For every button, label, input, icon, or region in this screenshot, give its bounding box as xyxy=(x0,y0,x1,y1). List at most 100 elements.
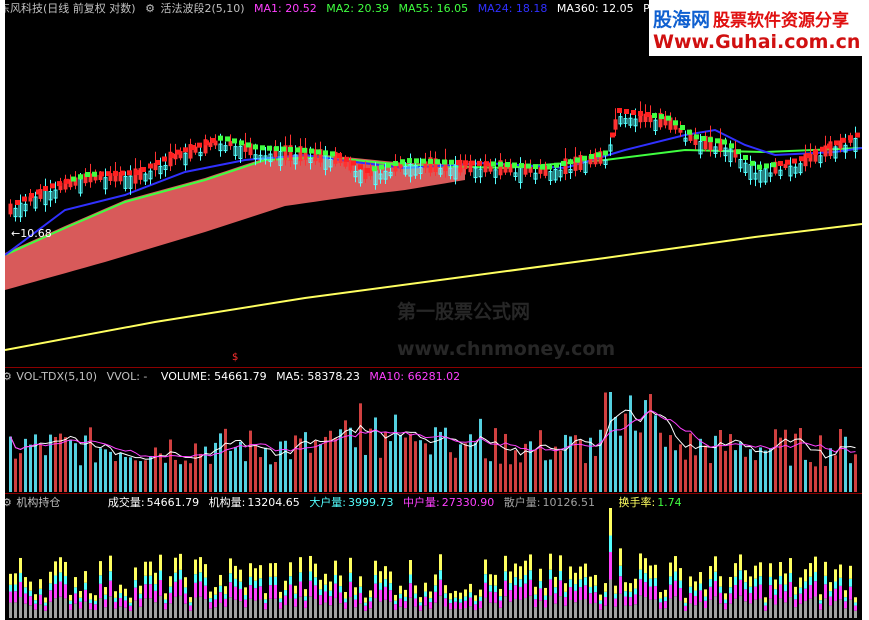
band-marker xyxy=(554,162,559,168)
holding-bar-segment xyxy=(314,577,317,586)
holding-bar-segment xyxy=(754,599,757,618)
volume-bar xyxy=(239,441,242,492)
band-marker xyxy=(428,158,433,164)
volume-panel[interactable]: ⚙ VOL-TDX(5,10) VVOL: - VOLUME: 54661.79… xyxy=(5,368,862,494)
holding-bar-segment xyxy=(774,579,777,590)
holding-bar-segment xyxy=(659,608,662,618)
indicator-name[interactable]: 活法波段2(5,10) xyxy=(160,2,244,15)
volume-chart[interactable] xyxy=(5,368,862,494)
holding-bar-segment xyxy=(69,609,72,618)
holding-bar-segment xyxy=(274,585,277,599)
holding-bar-segment xyxy=(84,601,87,618)
volume-bar xyxy=(419,440,422,492)
volume-bar xyxy=(669,435,672,492)
holding-bar-segment xyxy=(584,563,587,578)
holding-bar-segment xyxy=(34,600,37,604)
holding-bar-segment xyxy=(599,600,602,604)
band-marker xyxy=(176,149,181,155)
holding-bar-segment xyxy=(454,608,457,618)
volume-bar xyxy=(424,443,427,492)
holding-bar-segment xyxy=(284,604,287,618)
holding-bar-segment xyxy=(259,565,262,579)
holding-bar-segment xyxy=(299,557,302,573)
band-marker xyxy=(547,164,552,170)
holding-bar-segment xyxy=(524,597,527,618)
band-marker xyxy=(302,147,307,153)
holding-bar-segment xyxy=(854,597,857,603)
chart-window[interactable]: 东风科技(日线 前复权 对数) ⚙ 活法波段2(5,10) MA1: 20.52… xyxy=(5,0,862,620)
band-marker xyxy=(841,137,846,143)
band-marker xyxy=(190,145,195,150)
holding-bar-segment xyxy=(499,596,502,601)
volume-bar xyxy=(479,418,482,492)
holding-bar-segment xyxy=(609,552,612,580)
huanshou-label: 换手率: xyxy=(618,496,656,509)
holding-bar-segment xyxy=(314,585,317,599)
holding-panel[interactable]: ⚙ 机构持仓 成交量: 54661.79 机构量: 13204.65 大户量: 399… xyxy=(5,494,862,620)
volume-bar xyxy=(269,464,272,492)
holding-bar-segment xyxy=(394,600,397,605)
band-marker xyxy=(141,167,146,172)
holding-bar-segment xyxy=(814,571,817,582)
holding-bar-segment xyxy=(44,602,47,606)
gear-icon[interactable]: ⚙ xyxy=(145,2,155,15)
holding-bar-segment xyxy=(479,608,482,618)
band-marker xyxy=(715,138,720,144)
stock-title[interactable]: 东风科技(日线 前复权 对数) xyxy=(5,2,136,15)
volume-bar xyxy=(234,446,237,492)
holding-bar-segment xyxy=(484,574,487,583)
band-marker xyxy=(533,164,538,170)
holding-bar-segment xyxy=(129,605,132,611)
holding-bar-segment xyxy=(684,602,687,606)
holding-bar-segment xyxy=(59,557,62,573)
holding-bar-segment xyxy=(274,576,277,586)
holding-chart[interactable] xyxy=(5,494,862,620)
holding-bar-segment xyxy=(554,576,557,588)
holding-bar-segment xyxy=(29,596,32,606)
vol-ma10-readout: MA10: 66281.02 xyxy=(369,370,461,383)
volume-bar xyxy=(309,452,312,492)
holding-bar-segment xyxy=(64,598,67,618)
volume-bar xyxy=(194,443,197,492)
holding-bar-segment xyxy=(689,593,692,604)
holding-bar-segment xyxy=(44,597,47,603)
holding-bar-segment xyxy=(34,594,37,601)
holding-bar-segment xyxy=(454,597,457,602)
volume-bar xyxy=(9,436,12,492)
holding-bar-segment xyxy=(404,601,407,609)
band-marker xyxy=(792,158,797,164)
holding-bar-segment xyxy=(674,596,677,618)
holding-bar-segment xyxy=(774,604,777,618)
band-marker xyxy=(78,174,83,180)
sanhu-label: 散户量: xyxy=(503,496,541,509)
site-logo[interactable]: 股海网 股票软件资源分享 Www.Guhai.com.cn xyxy=(649,0,869,56)
band-marker xyxy=(673,120,678,126)
holding-bar-segment xyxy=(39,604,42,618)
holding-bar-segment xyxy=(704,607,707,618)
volume-icon[interactable]: ⚙ xyxy=(5,370,12,383)
holding-bar-segment xyxy=(604,591,607,598)
holding-bar-segment xyxy=(584,585,587,599)
holding-bar-segment xyxy=(814,556,817,572)
holding-icon[interactable]: ⚙ xyxy=(5,496,12,509)
holding-title[interactable]: 机构持仓 xyxy=(16,496,60,509)
holding-bar-segment xyxy=(744,589,747,602)
volume-bar xyxy=(89,427,92,492)
jigou-label: 机构量: xyxy=(208,496,246,509)
holding-bar-segment xyxy=(179,579,182,596)
holding-bar-segment xyxy=(74,603,77,618)
volume-bar xyxy=(804,459,807,492)
holding-bar-segment xyxy=(404,589,407,597)
volume-title[interactable]: VOL-TDX(5,10) xyxy=(16,370,97,383)
holding-bar-segment xyxy=(484,597,487,618)
holding-bar-segment xyxy=(264,603,267,610)
holding-bar-segment xyxy=(534,599,537,608)
band-marker xyxy=(477,160,482,166)
holding-bar-segment xyxy=(269,598,272,618)
holding-bar-segment xyxy=(219,574,222,586)
holding-bar-segment xyxy=(224,598,227,607)
holding-bar-segment xyxy=(79,601,82,609)
holding-bar-segment xyxy=(19,557,22,573)
holding-bar-segment xyxy=(239,569,242,582)
holding-bar-segment xyxy=(269,585,272,599)
